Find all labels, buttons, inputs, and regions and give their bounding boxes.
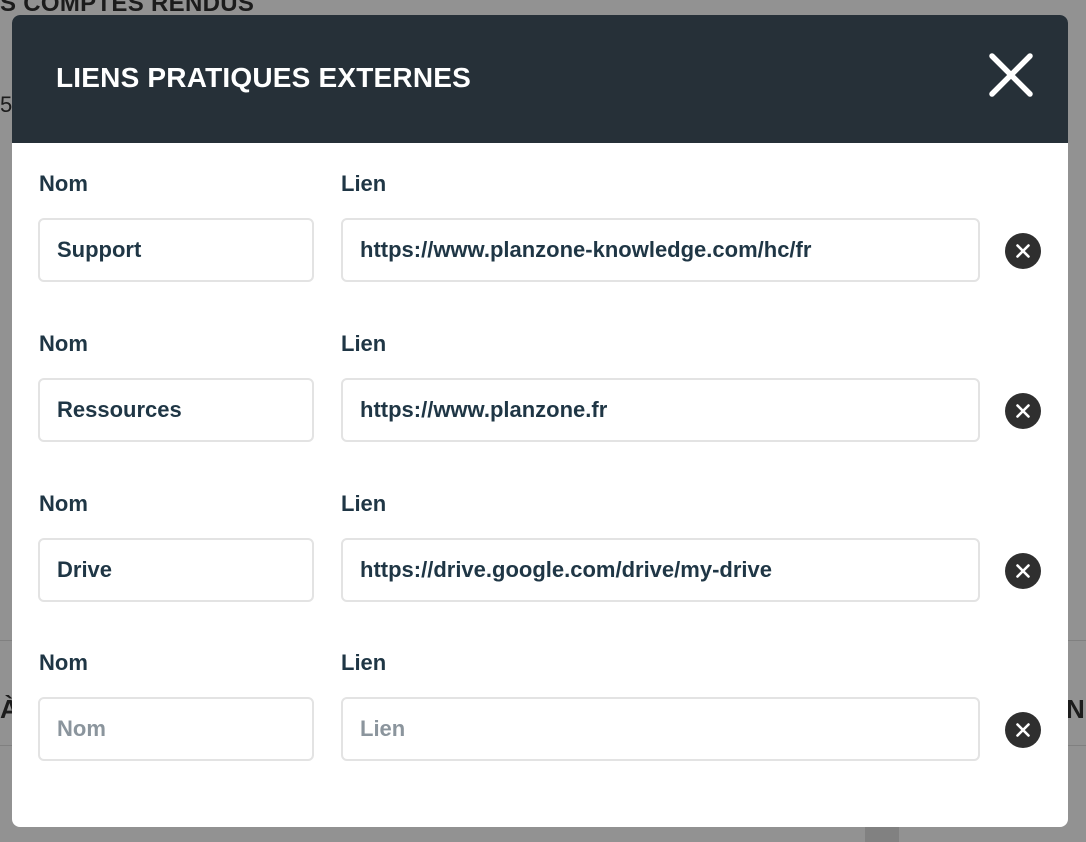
link-label: Lien [341, 331, 387, 356]
name-input[interactable] [38, 378, 314, 442]
name-input[interactable] [38, 697, 314, 761]
close-button[interactable] [984, 48, 1038, 102]
name-input[interactable] [38, 538, 314, 602]
modal-header: LIENS PRATIQUES EXTERNES [12, 15, 1068, 143]
link-label: Lien [341, 650, 387, 675]
link-input[interactable] [341, 697, 980, 761]
remove-icon [1016, 404, 1030, 418]
link-label: Lien [341, 491, 387, 516]
link-row: Nom Lien [12, 143, 1068, 293]
link-row: Nom Lien [12, 622, 1068, 772]
modal-title: LIENS PRATIQUES EXTERNES [56, 62, 472, 93]
remove-link-button[interactable] [1005, 712, 1041, 748]
link-input[interactable] [341, 218, 980, 282]
name-label: Nom [39, 171, 88, 196]
name-label: Nom [39, 491, 88, 516]
remove-icon [1016, 564, 1030, 578]
name-label: Nom [39, 331, 88, 356]
name-input[interactable] [38, 218, 314, 282]
external-links-modal: LIENS PRATIQUES EXTERNES Nom Lien Nom Li… [12, 15, 1068, 827]
link-row: Nom Lien [12, 463, 1068, 613]
close-icon [989, 53, 1033, 97]
remove-link-button[interactable] [1005, 233, 1041, 269]
remove-link-button[interactable] [1005, 393, 1041, 429]
name-label: Nom [39, 650, 88, 675]
remove-icon [1016, 244, 1030, 258]
link-input[interactable] [341, 378, 980, 442]
link-label: Lien [341, 171, 387, 196]
remove-link-button[interactable] [1005, 553, 1041, 589]
link-input[interactable] [341, 538, 980, 602]
link-row: Nom Lien [12, 303, 1068, 453]
remove-icon [1016, 723, 1030, 737]
